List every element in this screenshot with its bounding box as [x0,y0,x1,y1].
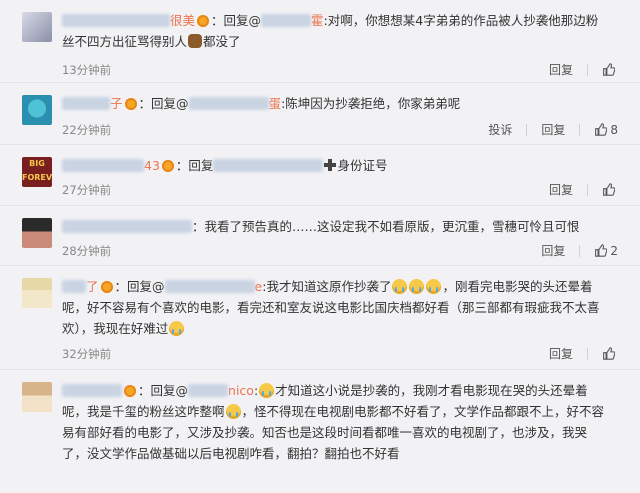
avatar[interactable] [22,382,52,412]
like-button[interactable]: 2 [594,244,618,258]
comment-text: ：回复@ nico: 才知道这小说是抄袭的，我刚才看电影现在哭的头还晕着呢，我是千玺… [62,383,605,461]
comment-item: 子：回复@ 蛋:陈坤因为抄袭拒绝，你家弟弟呢 22分钟前 投诉 回复 8 [0,83,640,145]
blurred-mention[interactable] [188,384,229,397]
comment-feed: 很美 ：回复@ 霍:对啊，你想想某4字弟弟的作品被人抄袭他那边粉丝不四方出征骂得别人… [0,0,640,493]
blurred-username[interactable] [62,159,144,172]
comment-body-tail: 都没了 [203,34,241,49]
comment-time: 22分钟前 [62,123,112,137]
comment-text: 43 ：回复 身份证号 [62,155,610,176]
crying-emoji-icon [426,279,442,294]
reply-prefix: 回复@ [151,96,189,111]
crying-emoji-icon [392,279,408,294]
avatar[interactable]: BIGFOREVER [22,157,52,187]
comment-item: 很美 ：回复@ 霍:对啊，你想想某4字弟弟的作品被人抄袭他那边粉丝不四方出征骂得别人… [0,0,640,83]
crying-emoji-icon [225,404,241,419]
thumbs-up-icon [603,63,615,76]
dog-emoji-icon [188,34,203,48]
thumbs-up-icon [603,183,615,196]
blurred-username[interactable] [62,14,170,27]
username-tail[interactable]: 43 [144,158,160,173]
blurred-username[interactable] [62,97,110,110]
blurred-username[interactable] [62,280,86,293]
comment-item: ：回复@ nico: 才知道这小说是抄袭的，我刚才看电影现在哭的头还晕着呢，我是千玺… [0,370,640,493]
comment-text: ：我看了预告真的……这设定我不如看原版，更沉重，雪穗可怜且可恨 [62,216,610,237]
reply-button[interactable]: 回复 [549,61,573,78]
blurred-mention[interactable] [213,159,324,172]
avatar[interactable] [22,12,52,42]
mention-tail[interactable]: 霍 [311,13,324,28]
comment-body: 我看了预告真的……这设定我不如看原版，更沉重，雪穗可怜且可恨 [204,219,580,234]
plus-icon [324,159,337,171]
reply-button[interactable]: 回复 [541,121,565,138]
mention-tail[interactable]: nico [228,383,254,398]
username-tail[interactable]: 很美 [170,13,195,28]
blurred-username[interactable] [62,220,192,233]
crying-emoji-icon [169,321,185,336]
comment-body: 身份证号 [337,158,388,173]
reply-prefix: 回复@ [150,383,189,398]
vip-badge-icon [197,15,210,27]
vip-badge-icon [124,98,137,110]
blurred-mention[interactable] [164,280,255,293]
blurred-username[interactable] [62,384,122,397]
username-tail[interactable]: 了 [86,279,99,294]
like-button[interactable]: 8 [594,123,618,137]
comment-actions: 回复 [549,61,618,78]
comment-actions: 回复 [549,181,618,198]
reply-prefix: 回复@ [127,279,165,294]
reply-button[interactable]: 回复 [549,181,573,198]
reply-prefix: 回复@ [223,13,262,28]
comment-time: 27分钟前 [62,183,112,197]
divider [587,183,588,196]
avatar[interactable] [22,218,52,248]
like-button[interactable] [602,183,618,196]
crying-emoji-icon [409,279,425,294]
comment-text: 很美 ：回复@ 霍:对啊，你想想某4字弟弟的作品被人抄袭他那边粉丝不四方出征骂得别人… [62,13,599,49]
divider [587,347,588,360]
vip-badge-icon [100,281,113,293]
mention-tail[interactable]: 蛋 [269,96,282,111]
username-tail[interactable]: 子 [110,96,123,111]
divider [579,123,581,136]
thumbs-up-icon [595,244,608,257]
vip-badge-icon [124,385,136,397]
blurred-mention[interactable] [261,14,312,27]
comment-actions: 回复 [549,345,618,362]
comment-text: 子：回复@ 蛋:陈坤因为抄袭拒绝，你家弟弟呢 [62,93,610,114]
reply-button[interactable]: 回复 [549,345,573,362]
like-button[interactable] [602,347,618,360]
report-button[interactable]: 投诉 [488,121,512,138]
comment-actions: 投诉 回复 8 [488,121,618,138]
divider [526,123,528,136]
thumbs-up-icon [595,123,608,136]
comment-item: BIGFOREVER 43：回复身份证号 27分钟前 回复 [0,145,640,206]
divider [587,63,588,76]
comment-time: 32分钟前 [62,347,112,361]
divider [579,244,581,257]
comment-time: 28分钟前 [62,244,112,258]
like-count: 2 [610,243,618,258]
avatar[interactable] [22,95,52,125]
like-button[interactable] [602,63,618,76]
blurred-mention[interactable] [188,97,269,110]
comment-item: ：我看了预告真的……这设定我不如看原版，更沉重，雪穗可怜且可恨 28分钟前 回复… [0,206,640,266]
comment-body: :我才知道这原作抄袭了 [262,279,392,294]
comment-text: 了：回复@ e:我才知道这原作抄袭了 ，刚看完电影哭的头还晕着呢，好不容易有个喜欢的… [62,279,600,336]
comment-time: 13分钟前 [62,63,112,77]
like-count: 8 [610,122,618,137]
reply-prefix: 回复 [188,158,214,173]
crying-emoji-icon [259,383,275,398]
thumbs-up-icon [603,347,615,360]
comment-actions: 回复 2 [541,242,618,259]
comment-body: :陈坤因为抄袭拒绝，你家弟弟呢 [281,96,461,111]
reply-button[interactable]: 回复 [541,242,565,259]
vip-badge-icon [161,160,174,172]
avatar[interactable] [22,278,52,308]
comment-item: 了：回复@ e:我才知道这原作抄袭了 ，刚看完电影哭的头还晕着呢，好不容易有个喜欢的… [0,266,640,370]
